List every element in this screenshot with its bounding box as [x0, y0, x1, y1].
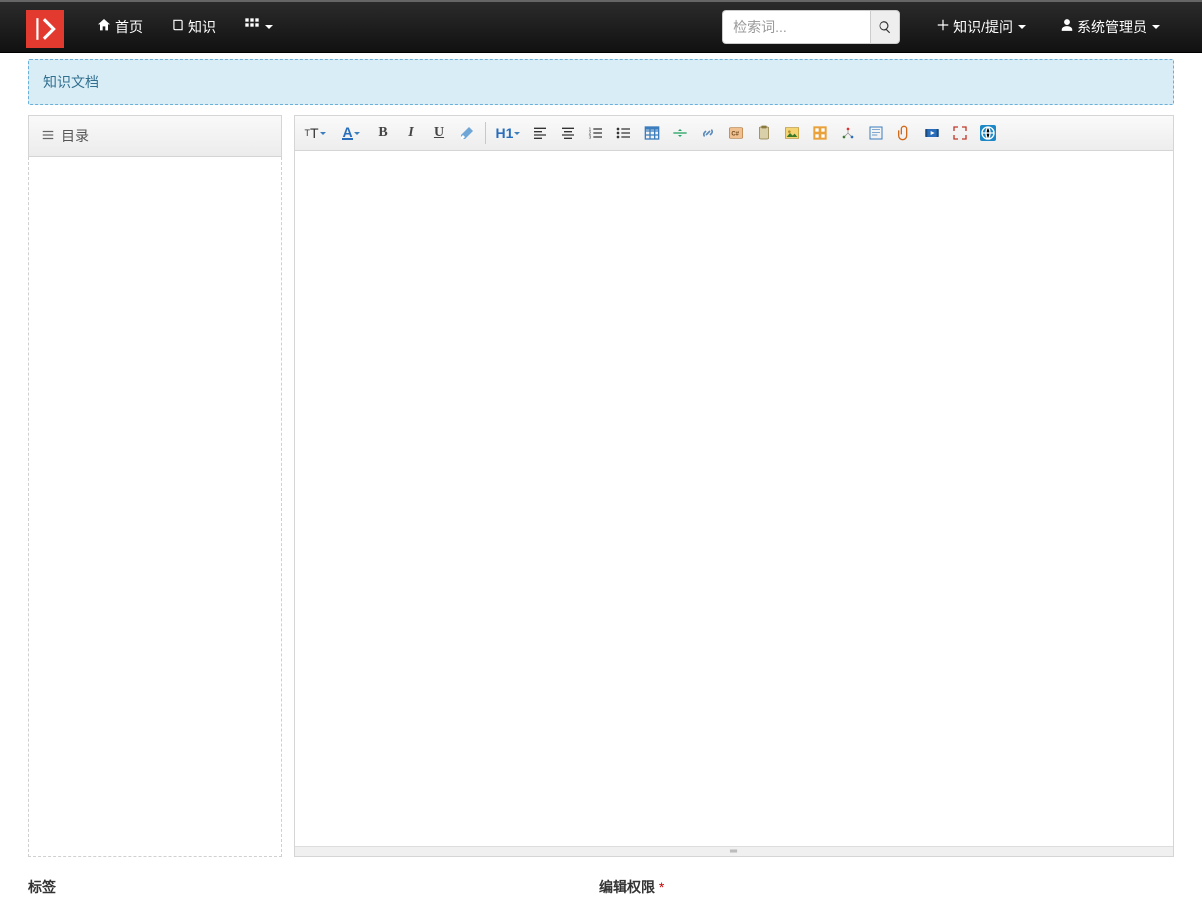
nav-knowledge-label: 知识	[188, 17, 216, 37]
editor-canvas[interactable]	[295, 151, 1173, 846]
template-button[interactable]	[866, 123, 886, 143]
chevron-down-icon	[320, 132, 326, 135]
toolbar-separator	[485, 122, 486, 144]
nav-new-knowledge[interactable]: 知识/提问	[922, 2, 1040, 52]
clipboard-icon	[756, 125, 772, 141]
home-icon	[96, 17, 112, 37]
heading-button[interactable]: H1	[494, 123, 522, 143]
permission-label: 编辑权限	[599, 879, 655, 895]
book-icon	[171, 18, 185, 36]
font-size-button[interactable]: TT	[301, 123, 329, 143]
toolbar-group-paragraph: H1 123	[494, 123, 998, 143]
bottom-fields: 标签 编辑权限 *	[0, 857, 1202, 897]
chevron-down-icon	[1018, 25, 1026, 29]
underline-button[interactable]: U	[429, 123, 449, 143]
chevron-down-icon	[514, 132, 520, 135]
align-center-icon	[560, 125, 576, 141]
nav-home-label: 首页	[115, 17, 143, 37]
search-wrap	[722, 10, 900, 44]
svg-text:C#: C#	[731, 132, 739, 138]
ordered-list-button[interactable]: 123	[586, 123, 606, 143]
eraser-icon	[459, 125, 475, 141]
nav-knowledge[interactable]: 知识	[157, 2, 230, 52]
fullscreen-icon	[952, 125, 968, 141]
svg-text:3: 3	[589, 134, 592, 139]
font-color-button[interactable]: A	[337, 123, 365, 143]
nav-user[interactable]: 系统管理员	[1046, 2, 1174, 52]
hr-icon	[672, 125, 688, 141]
align-left-button[interactable]	[530, 123, 550, 143]
image-icon	[784, 125, 800, 141]
bold-button[interactable]: B	[373, 123, 393, 143]
toc-label: 目录	[61, 126, 89, 146]
align-left-icon	[532, 125, 548, 141]
attachment-button[interactable]	[894, 123, 914, 143]
search-input[interactable]	[722, 10, 870, 44]
eraser-button[interactable]	[457, 123, 477, 143]
user-icon	[1060, 18, 1074, 36]
paperclip-icon	[896, 125, 912, 141]
formula-button[interactable]	[838, 123, 858, 143]
editor: TT A B I U H1	[294, 115, 1174, 857]
fullscreen-button[interactable]	[950, 123, 970, 143]
code-button[interactable]: C#	[726, 123, 746, 143]
nav-apps[interactable]	[230, 2, 287, 52]
link-icon	[700, 125, 716, 141]
required-mark: *	[659, 879, 664, 895]
tags-label: 标签	[28, 879, 56, 895]
page-title-banner: 知识文档	[28, 59, 1174, 105]
table-button[interactable]	[642, 123, 662, 143]
unordered-list-icon	[616, 125, 632, 141]
nav-user-label: 系统管理员	[1077, 17, 1147, 37]
search-button[interactable]	[870, 10, 900, 44]
nav-left: 首页 知识	[82, 2, 287, 52]
qrcode-button[interactable]	[810, 123, 830, 143]
toc-body	[28, 157, 282, 857]
nav-home[interactable]: 首页	[82, 2, 157, 52]
list-icon	[41, 128, 55, 145]
paste-button[interactable]	[754, 123, 774, 143]
sidebar: 目录	[28, 115, 282, 857]
align-center-button[interactable]	[558, 123, 578, 143]
toc-header: 目录	[28, 115, 282, 157]
chevron-down-icon	[1152, 25, 1160, 29]
image-button[interactable]	[782, 123, 802, 143]
toolbar-group-font: TT A B I U	[301, 123, 477, 143]
globe-icon	[980, 125, 996, 141]
code-icon: C#	[728, 125, 744, 141]
unordered-list-button[interactable]	[614, 123, 634, 143]
ordered-list-icon: 123	[588, 125, 604, 141]
video-button[interactable]	[922, 123, 942, 143]
nav-right: 知识/提问 系统管理员	[722, 2, 1202, 52]
plus-icon	[936, 18, 950, 36]
resize-grip[interactable]: ═	[295, 846, 1173, 856]
link-button[interactable]	[698, 123, 718, 143]
search-icon	[878, 20, 892, 34]
source-button[interactable]	[978, 123, 998, 143]
grid-icon	[244, 17, 260, 37]
formula-icon	[840, 125, 856, 141]
nav-new-label: 知识/提问	[953, 17, 1013, 37]
qrcode-icon	[812, 125, 828, 141]
navbar: 首页 知识 知识/提问	[0, 0, 1202, 53]
page-title: 知识文档	[43, 74, 99, 90]
chevron-down-icon	[265, 25, 273, 29]
italic-button[interactable]: I	[401, 123, 421, 143]
chevron-down-icon	[354, 132, 360, 135]
brand-logo[interactable]	[26, 10, 64, 48]
template-icon	[868, 125, 884, 141]
main: 目录 TT A B I U	[0, 115, 1202, 857]
logo-icon	[32, 16, 58, 42]
table-icon	[644, 125, 660, 141]
hr-button[interactable]	[670, 123, 690, 143]
video-icon	[924, 125, 940, 141]
editor-toolbar: TT A B I U H1	[295, 116, 1173, 151]
